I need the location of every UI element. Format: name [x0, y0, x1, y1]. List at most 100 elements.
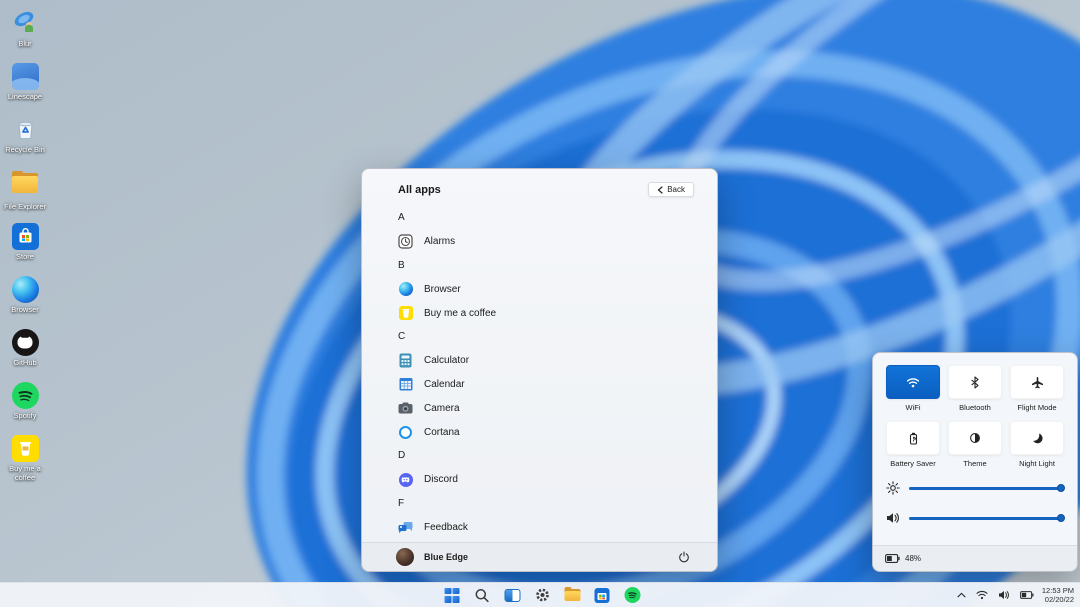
section-letter[interactable]: C	[398, 325, 699, 349]
tile-label: Flight Mode	[1010, 403, 1064, 412]
start-menu-footer: Blue Edge	[362, 542, 717, 571]
app-item-calendar[interactable]: Calendar	[398, 373, 699, 397]
app-item-label: Calculator	[424, 355, 469, 366]
section-letter[interactable]: D	[398, 444, 699, 468]
app-item-label: Buy me a coffee	[424, 308, 496, 319]
user-avatar[interactable]	[396, 548, 414, 566]
tray-volume-button[interactable]	[996, 588, 1012, 602]
store-icon	[12, 223, 39, 250]
theme-icon	[969, 432, 981, 444]
app-item-label: Camera	[424, 403, 460, 414]
task-view-button[interactable]	[502, 585, 523, 606]
spotify-icon	[624, 587, 640, 603]
desktop-icon-file-explorer[interactable]: File Explorer	[2, 170, 48, 212]
app-item-feedback[interactable]: Feedback	[398, 515, 699, 539]
tray-chevron-up-button[interactable]	[955, 590, 968, 600]
gear-icon	[534, 587, 550, 603]
brightness-thumb[interactable]	[1057, 484, 1065, 492]
battery-saver-icon	[909, 432, 918, 445]
night-light-toggle[interactable]	[1010, 421, 1064, 455]
search-button[interactable]	[472, 585, 493, 606]
battery-saver-toggle[interactable]	[886, 421, 940, 455]
app-item-calculator[interactable]: Calculator	[398, 349, 699, 373]
bluetooth-icon	[971, 376, 979, 389]
desktop-icon-spotify[interactable]: Spotify	[2, 382, 48, 421]
app-item-label: Discord	[424, 474, 458, 485]
battery-icon	[1020, 591, 1034, 599]
desktop-icon-buy-me-a-coffee[interactable]: Buy me a coffee	[2, 435, 48, 482]
brightness-track[interactable]	[909, 487, 1064, 490]
theme-toggle[interactable]	[948, 421, 1002, 455]
tile-label: Battery Saver	[886, 459, 940, 468]
app-item-cortana[interactable]: Cortana	[398, 420, 699, 444]
chevron-up-icon	[957, 592, 966, 598]
windows-logo-icon	[445, 588, 460, 603]
battery-percentage[interactable]: 48%	[905, 554, 921, 563]
desktop-icon-blur[interactable]: Blur	[2, 10, 48, 49]
app-item-label: Cortana	[424, 427, 460, 438]
flight-mode-toggle[interactable]	[1010, 365, 1064, 399]
blur-icon	[12, 10, 39, 37]
desktop-icon-recycle-bin[interactable]: Recycle Bin	[2, 116, 48, 155]
power-button[interactable]	[675, 548, 693, 566]
desktop-icon-label: File Explorer	[2, 203, 48, 212]
desktop-icon-linescape[interactable]: Linescape	[2, 63, 48, 102]
bluetooth-toggle[interactable]	[948, 365, 1002, 399]
tile-label: Bluetooth	[948, 403, 1002, 412]
back-button[interactable]: Back	[648, 182, 694, 197]
start-button[interactable]	[442, 585, 463, 606]
desktop-icon-store[interactable]: Store	[2, 223, 48, 262]
tray-battery-button[interactable]	[1018, 589, 1036, 601]
tray-wifi-button[interactable]	[974, 588, 990, 602]
feedback-icon	[398, 520, 413, 535]
quick-settings-footer: 48%	[873, 545, 1077, 571]
store-icon	[595, 588, 610, 603]
wifi-icon	[976, 590, 988, 600]
airplane-icon	[1031, 376, 1044, 389]
task-view-icon	[504, 589, 520, 602]
desktop-icon-browser[interactable]: Browser	[2, 276, 48, 315]
power-icon	[678, 551, 690, 563]
alarms-icon	[398, 234, 413, 249]
file-explorer-button[interactable]	[562, 585, 583, 606]
crescent-moon-icon	[1031, 432, 1043, 444]
app-item-camera[interactable]: Camera	[398, 396, 699, 420]
spotify-taskbar-button[interactable]	[622, 585, 643, 606]
app-item-discord[interactable]: Discord	[398, 468, 699, 492]
file-explorer-icon	[12, 173, 39, 200]
app-item-buy-me-a-coffee[interactable]: Buy me a coffee	[398, 301, 699, 325]
desktop-icon-github[interactable]: GitHub	[2, 329, 48, 368]
store-button[interactable]	[592, 585, 613, 606]
edge-browser-icon	[398, 282, 413, 297]
section-letter[interactable]: B	[398, 254, 699, 278]
desktop-icon-label: Blur	[2, 40, 48, 49]
volume-thumb[interactable]	[1057, 514, 1065, 522]
volume-icon	[886, 512, 900, 524]
app-item-label: Browser	[424, 284, 461, 295]
section-letter[interactable]: A	[398, 206, 699, 230]
user-name[interactable]: Blue Edge	[424, 552, 468, 562]
calendar-icon	[398, 377, 413, 392]
desktop-icon-label: Spotify	[2, 412, 48, 421]
quick-settings-panel: WiFi Bluetooth Flight Mode	[872, 352, 1078, 572]
brightness-slider[interactable]	[886, 481, 1064, 495]
wifi-icon	[906, 377, 920, 388]
desktop-icon-label: Recycle Bin	[2, 146, 48, 155]
discord-icon	[398, 472, 413, 487]
settings-button[interactable]	[532, 585, 553, 606]
calculator-icon	[398, 353, 413, 368]
section-letter[interactable]: F	[398, 492, 699, 516]
wifi-toggle[interactable]	[886, 365, 940, 399]
app-item-alarms[interactable]: Alarms	[398, 230, 699, 254]
brightness-icon	[886, 481, 900, 495]
all-apps-title: All apps	[398, 184, 441, 196]
app-item-browser[interactable]: Browser	[398, 277, 699, 301]
desktop-icon-label: Browser	[2, 306, 48, 315]
volume-track[interactable]	[909, 517, 1064, 520]
app-item-label: Calendar	[424, 379, 465, 390]
desktop-icon-label: Buy me a coffee	[2, 465, 48, 482]
clock[interactable]: 12:53 PM 02/20/22	[1042, 586, 1077, 604]
folder-icon	[564, 589, 580, 602]
camera-icon	[398, 401, 413, 416]
volume-slider[interactable]	[886, 512, 1064, 524]
